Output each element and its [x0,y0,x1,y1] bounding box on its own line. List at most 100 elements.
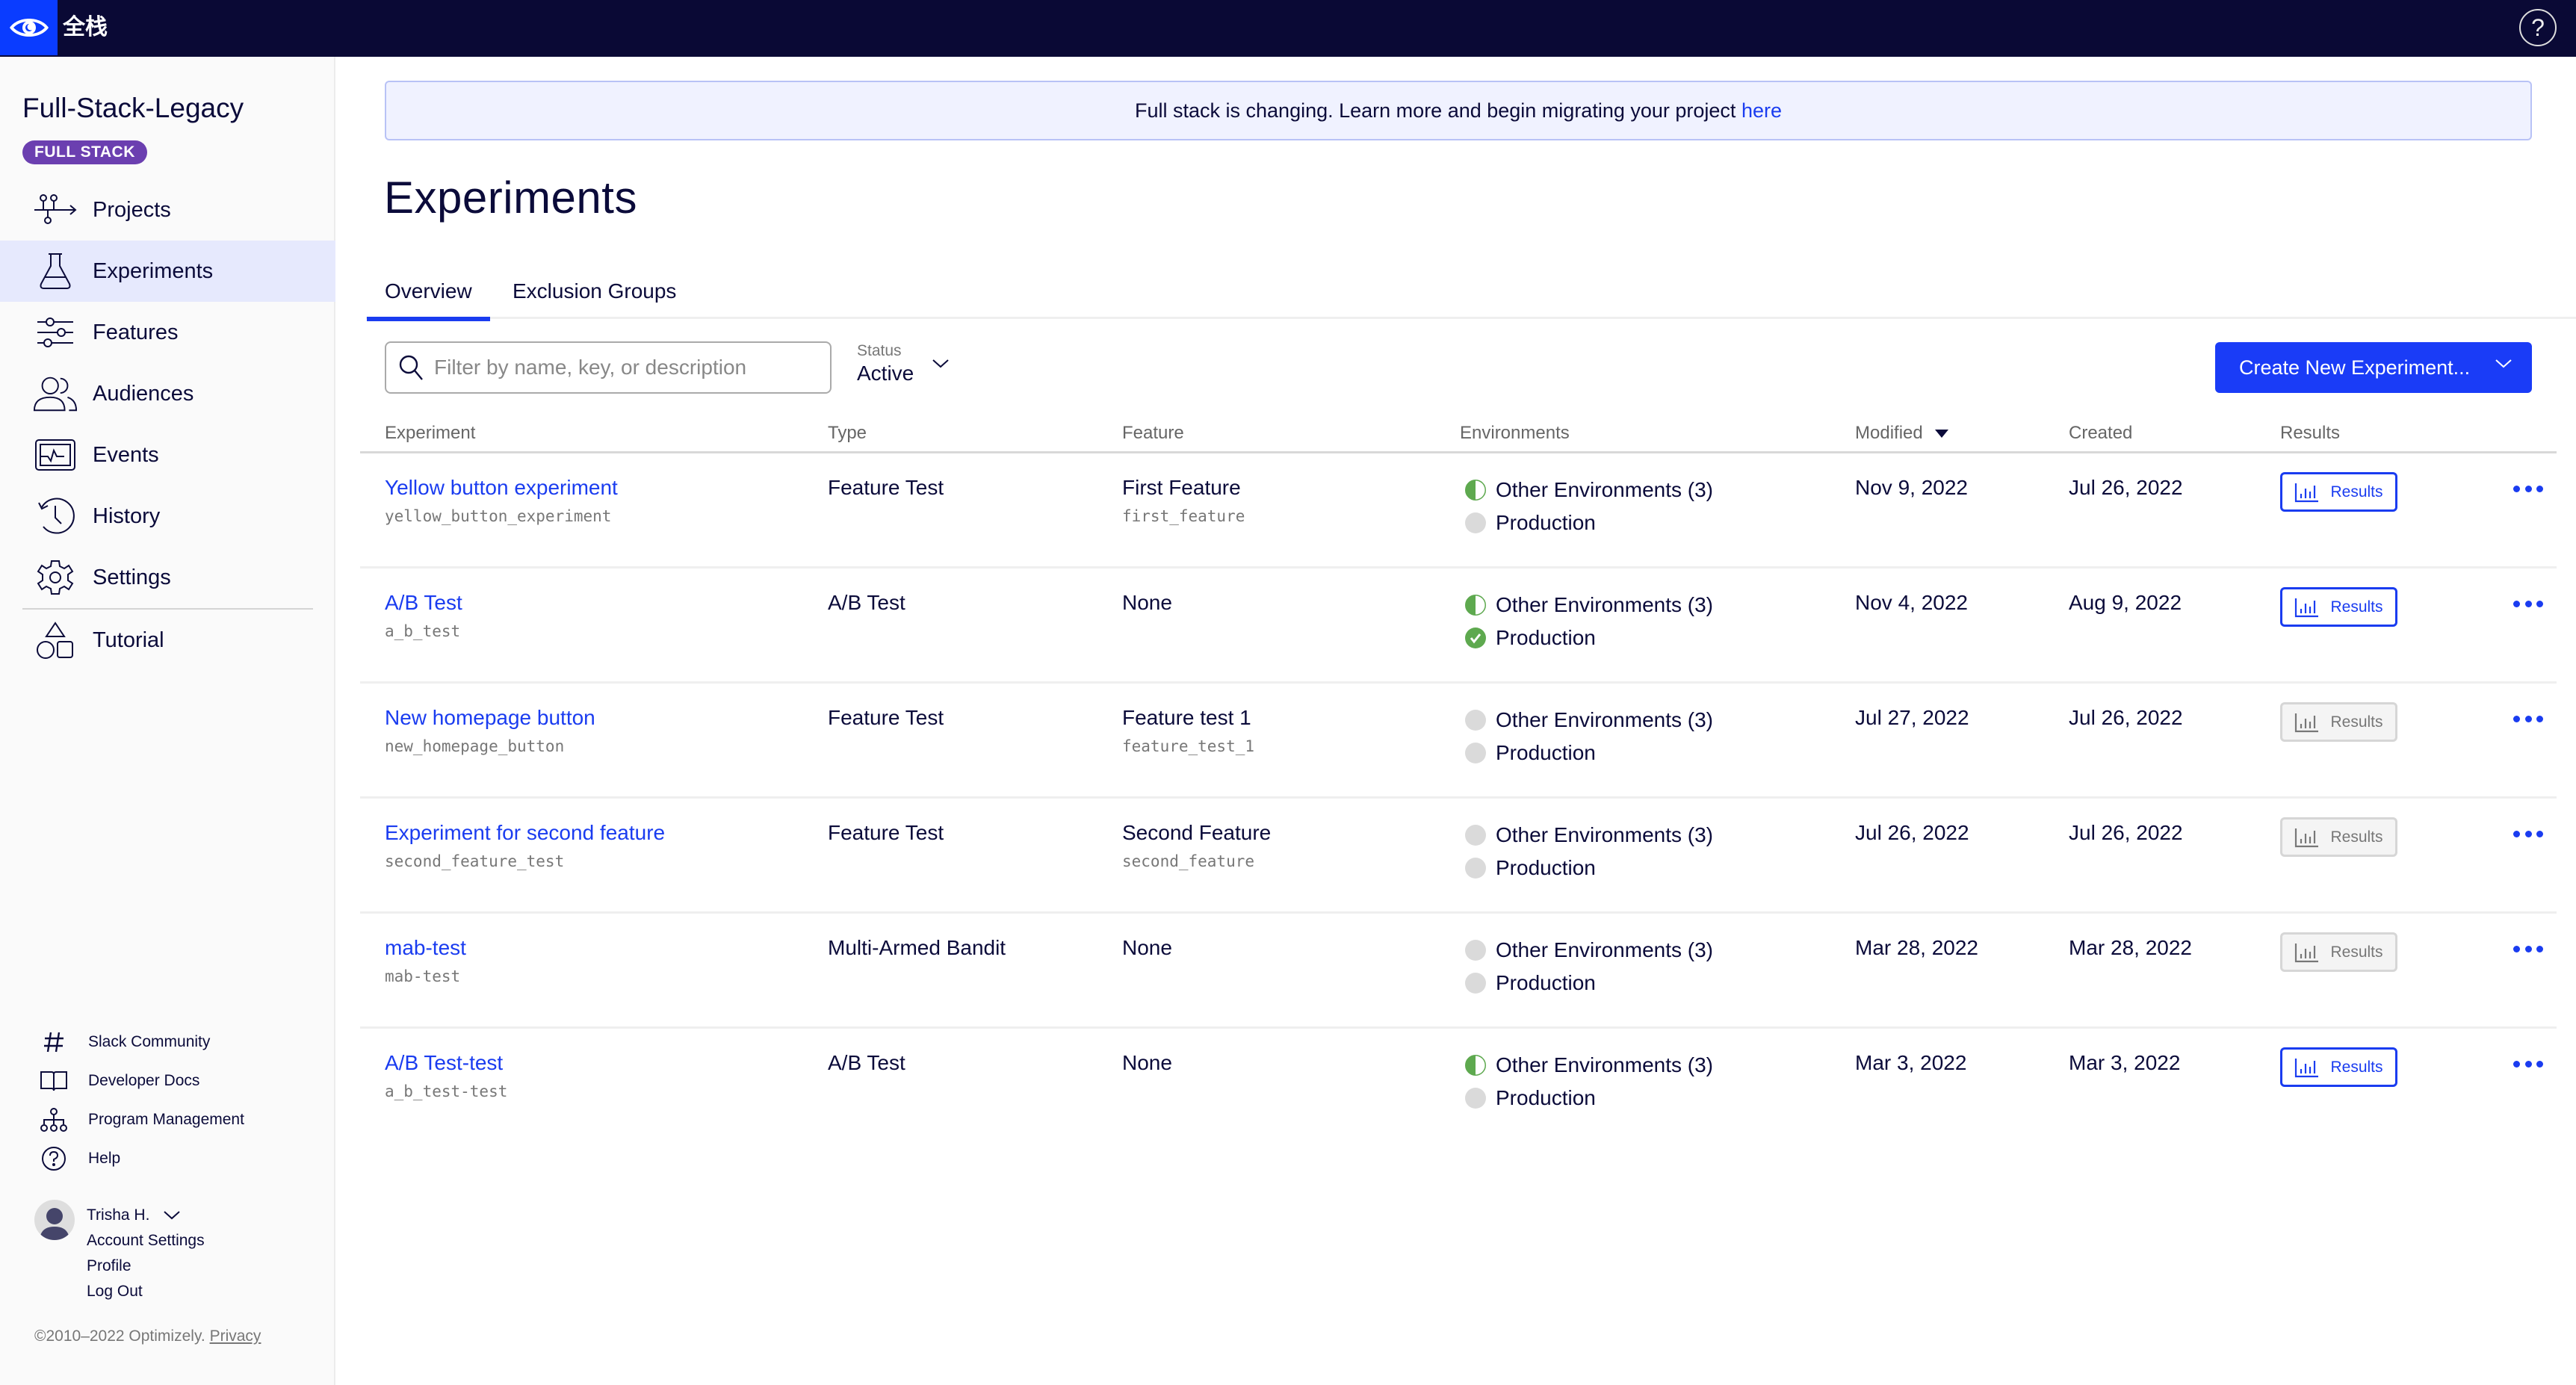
gear-icon [33,555,78,600]
avatar[interactable] [34,1200,75,1240]
chevron-down-icon [2495,359,2512,368]
help-circle-icon[interactable]: ? [2519,9,2557,46]
sliders-icon [33,310,78,355]
bar-chart-icon [2295,828,2319,847]
experiment-cell: mab-test mab-test [385,936,466,985]
tab-exclusion-groups[interactable]: Exclusion Groups [513,273,676,317]
experiment-name-link[interactable]: New homepage button [385,706,595,729]
slack-community-link[interactable]: Slack Community [0,1023,335,1062]
feature-key: feature_test_1 [1122,737,1255,755]
sidebar-item-label: Audiences [93,381,194,406]
sidebar-item-history[interactable]: History [0,486,335,547]
user-name-toggle[interactable]: Trisha H. [87,1203,205,1228]
environment-status-icon [1465,743,1486,763]
feature-name: Feature test 1 [1122,706,1251,729]
environment-status: Other Environments (3) [1460,586,1713,624]
experiment-type: Feature Test [828,821,944,844]
feature-key: first_feature [1122,507,1245,525]
column-header-modified-label: Modified [1855,423,1923,443]
created-date: Jul 26, 2022 [2069,706,2183,729]
table-row: New homepage button new_homepage_button … [360,684,2557,799]
modified-date: Jul 27, 2022 [1855,706,1969,729]
results-button[interactable]: Results [2280,817,2397,857]
log-out-link[interactable]: Log Out [87,1279,205,1304]
more-actions-icon[interactable] [2513,477,2543,500]
results-button[interactable]: Results [2280,702,2397,742]
feature-cell: None [1122,936,1172,960]
created-date: Jul 26, 2022 [2069,476,2183,499]
created-date: Aug 9, 2022 [2069,591,2182,614]
results-button[interactable]: Results [2280,472,2397,512]
bar-chart-icon [2295,1058,2319,1077]
feature-name: First Feature [1122,476,1241,499]
environment-status: Production [1460,964,1713,1002]
program-management-link[interactable]: Program Management [0,1100,335,1139]
results-button[interactable]: Results [2280,587,2397,627]
account-settings-link[interactable]: Account Settings [87,1228,205,1254]
experiment-name-link[interactable]: A/B Test-test [385,1051,503,1074]
column-header-type[interactable]: Type [828,423,867,444]
environment-status-icon [1465,1088,1486,1109]
help-link[interactable]: Help [0,1139,335,1178]
feature-cell: Second Feature second_feature [1122,821,1271,870]
more-actions-icon[interactable] [2513,938,2543,960]
sidebar-item-events[interactable]: Events [0,424,335,486]
experiment-type: A/B Test [828,591,905,614]
table-header: Experiment Type Feature Environments Mod… [360,418,2557,453]
sidebar-item-audiences[interactable]: Audiences [0,363,335,424]
table-body: Yellow button experiment yellow_button_e… [360,453,2557,1144]
feature-name: None [1122,936,1172,959]
bar-chart-icon [2295,713,2319,732]
sidebar-item-label: Events [93,442,159,467]
results-button[interactable]: Results [2280,1047,2397,1087]
more-actions-icon[interactable] [2513,1053,2543,1075]
column-header-modified[interactable]: Modified [1855,423,1950,444]
environment-status-icon [1465,710,1486,731]
experiment-name-link[interactable]: mab-test [385,936,466,959]
column-header-created[interactable]: Created [2069,423,2132,444]
tab-overview[interactable]: Overview [367,273,490,321]
sidebar-item-label: Features [93,320,179,344]
events-monitor-icon [33,433,78,477]
history-icon [33,494,78,539]
profile-link[interactable]: Profile [87,1254,205,1279]
sidebar-item-label: Experiments [93,258,214,283]
more-actions-icon[interactable] [2513,822,2543,845]
column-header-environments[interactable]: Environments [1460,423,1570,444]
status-filter-dropdown[interactable]: Status Active [857,342,962,394]
sidebar-item-experiments[interactable]: Experiments [0,241,335,302]
feature-cell: Feature test 1 feature_test_1 [1122,706,1254,755]
sidebar-item-tutorial[interactable]: Tutorial [0,610,335,671]
sidebar-nav: Projects Experiments Features Audiences … [0,179,335,671]
help-label: Help [88,1150,121,1167]
results-button[interactable]: Results [2280,932,2397,972]
bar-chart-icon [2295,598,2319,617]
banner-here-link[interactable]: here [1741,99,1782,122]
modified-date: Nov 4, 2022 [1855,591,1968,614]
optimizely-eye-logo[interactable] [0,0,58,55]
project-name[interactable]: Full-Stack-Legacy [22,93,244,124]
results-label: Results [2330,828,2383,846]
environments-cell: Other Environments (3) Production [1460,1051,1713,1117]
developer-docs-link[interactable]: Developer Docs [0,1062,335,1100]
experiment-name-link[interactable]: Yellow button experiment [385,476,618,499]
sidebar-item-settings[interactable]: Settings [0,547,335,608]
sidebar-item-label: Projects [93,197,171,222]
page-title: Experiments [384,173,637,223]
privacy-link[interactable]: Privacy [210,1327,261,1345]
environment-status: Other Environments (3) [1460,471,1713,509]
more-actions-icon[interactable] [2513,592,2543,615]
experiment-name-link[interactable]: Experiment for second feature [385,821,665,844]
sidebar-item-projects[interactable]: Projects [0,179,335,241]
more-actions-icon[interactable] [2513,707,2543,730]
experiment-name-link[interactable]: A/B Test [385,591,462,614]
column-header-feature[interactable]: Feature [1122,423,1184,444]
environment-status: Other Environments (3) [1460,932,1713,969]
environment-status: Production [1460,849,1713,887]
column-header-experiment[interactable]: Experiment [385,423,475,444]
create-new-experiment-button[interactable]: Create New Experiment... [2215,342,2532,393]
help-circle-icon [39,1144,69,1174]
sidebar-item-features[interactable]: Features [0,302,335,363]
results-label: Results [2330,713,2383,731]
search-input[interactable] [434,356,823,379]
